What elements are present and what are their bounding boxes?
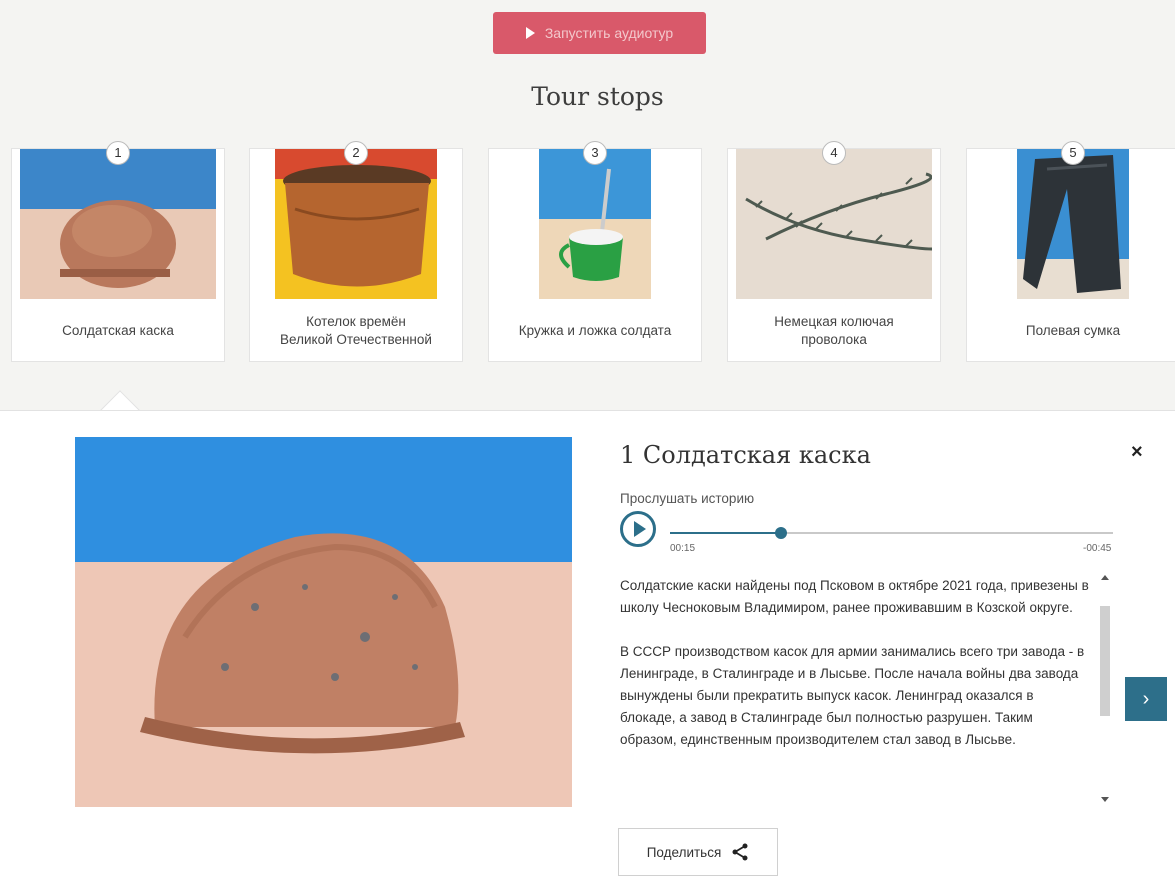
scroll-down-icon[interactable]: [1101, 797, 1109, 802]
share-label: Поделиться: [646, 844, 722, 860]
tour-stop-2[interactable]: 2 Котелок времён Великой Отечественной: [249, 141, 463, 362]
stop-number-badge: 2: [344, 141, 368, 165]
scroll-thumb[interactable]: [1100, 606, 1110, 716]
story-text: Солдатские каски найдены под Псковом в о…: [620, 575, 1090, 805]
listen-story-label: Прослушать историю: [620, 491, 755, 506]
audio-play-button[interactable]: [620, 511, 656, 547]
audio-time-elapsed: 00:15: [670, 543, 696, 554]
tour-stop-3[interactable]: 3 Кружка и ложка солдата: [488, 141, 702, 362]
stop-label: Немецкая колючая проволока: [774, 314, 894, 347]
audio-progress-fill: [670, 532, 781, 534]
tour-stop-1[interactable]: 1 Солдатская каска: [11, 141, 225, 362]
share-button[interactable]: Поделиться: [618, 828, 778, 876]
play-icon: [633, 521, 646, 537]
section-title: Tour stops: [531, 82, 664, 111]
pot-photo: [275, 149, 437, 299]
tour-stop-5[interactable]: 5 Полевая сумка: [966, 141, 1175, 362]
scroll-up-icon[interactable]: [1101, 575, 1109, 580]
start-audio-tour-button[interactable]: Запустить аудиотур: [493, 12, 706, 54]
story-paragraph: Солдатские каски найдены под Псковом в о…: [620, 578, 1089, 615]
share-icon: [732, 843, 748, 861]
stop-number-badge: 4: [822, 141, 846, 165]
audio-time-remaining: -00:45: [1083, 543, 1112, 554]
story-scrollbar[interactable]: [1099, 571, 1111, 806]
start-audio-tour-label: Запустить аудиотур: [544, 25, 674, 41]
tour-stop-4[interactable]: 4 Немецкая колючая проволока: [727, 141, 941, 362]
next-stop-button[interactable]: ›: [1125, 677, 1167, 721]
story-paragraph: В СССР производством касок для армии зан…: [620, 644, 1085, 747]
stop-main-photo: [75, 437, 572, 807]
stop-detail-panel: 1 Солдатская каска × Прослушать историю …: [0, 410, 1175, 887]
stop-label: Полевая сумка: [1025, 323, 1121, 338]
close-button[interactable]: ×: [1131, 441, 1143, 464]
stop-number-badge: 1: [106, 141, 130, 165]
field-bag-photo: [1017, 149, 1129, 299]
stop-title: 1 Солдатская каска: [620, 441, 871, 469]
mug-photo: [539, 149, 651, 299]
stop-label: Солдатская каска: [62, 323, 174, 338]
audio-progress-handle[interactable]: [774, 527, 787, 539]
stop-number-badge: 5: [1061, 141, 1085, 165]
tour-stops-list: 1 Солдатская каска 2 Котелок времён Вели…: [0, 140, 1175, 370]
audio-progress-slider[interactable]: [670, 527, 1113, 539]
stop-number-badge: 3: [583, 141, 607, 165]
stop-label: Котелок времён Великой Отечественной: [280, 314, 432, 347]
chevron-right-icon: ›: [1142, 687, 1150, 710]
play-icon: [525, 27, 535, 39]
helmet-photo: [20, 149, 216, 299]
barbed-wire-photo: [736, 149, 932, 299]
stop-label: Кружка и ложка солдата: [518, 323, 672, 338]
